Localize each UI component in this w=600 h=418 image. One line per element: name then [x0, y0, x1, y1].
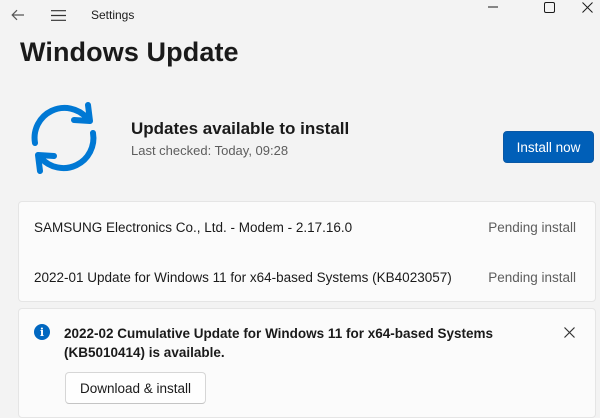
pending-updates-list: SAMSUNG Electronics Co., Ltd. - Modem - …: [18, 201, 596, 302]
title-bar: Settings: [0, 0, 600, 32]
page-title: Windows Update: [20, 37, 239, 67]
close-icon: [581, 1, 593, 13]
update-status: Pending install: [488, 220, 576, 235]
status-title: Updates available to install: [131, 119, 350, 138]
download-install-button[interactable]: Download & install: [65, 372, 206, 404]
dismiss-notice-button[interactable]: [557, 320, 581, 344]
maximize-icon: [543, 1, 555, 13]
sync-icon: [31, 102, 97, 174]
update-available-notice: i 2022-02 Cumulative Update for Windows …: [18, 308, 596, 418]
close-icon: [563, 326, 575, 338]
notice-text: 2022-02 Cumulative Update for Windows 11…: [64, 326, 494, 360]
minimize-button[interactable]: [470, 0, 516, 14]
update-status: Pending install: [488, 270, 576, 285]
install-now-button[interactable]: Install now: [503, 131, 594, 163]
update-row: 2022-01 Update for Windows 11 for x64-ba…: [19, 252, 595, 302]
update-name: 2022-01 Update for Windows 11 for x64-ba…: [34, 270, 452, 285]
update-name: SAMSUNG Electronics Co., Ltd. - Modem - …: [34, 220, 353, 235]
minimize-icon: [488, 6, 498, 8]
back-arrow-icon: [11, 9, 24, 21]
maximize-button[interactable]: [526, 0, 572, 14]
last-checked-text: Last checked: Today, 09:28: [131, 143, 289, 158]
hamburger-menu-icon: [50, 9, 66, 21]
back-button[interactable]: [4, 2, 32, 28]
app-title: Settings: [91, 8, 135, 22]
nav-menu-button[interactable]: [44, 2, 72, 28]
update-row: SAMSUNG Electronics Co., Ltd. - Modem - …: [19, 202, 595, 252]
close-window-button[interactable]: [574, 0, 600, 14]
info-icon: i: [34, 324, 50, 340]
